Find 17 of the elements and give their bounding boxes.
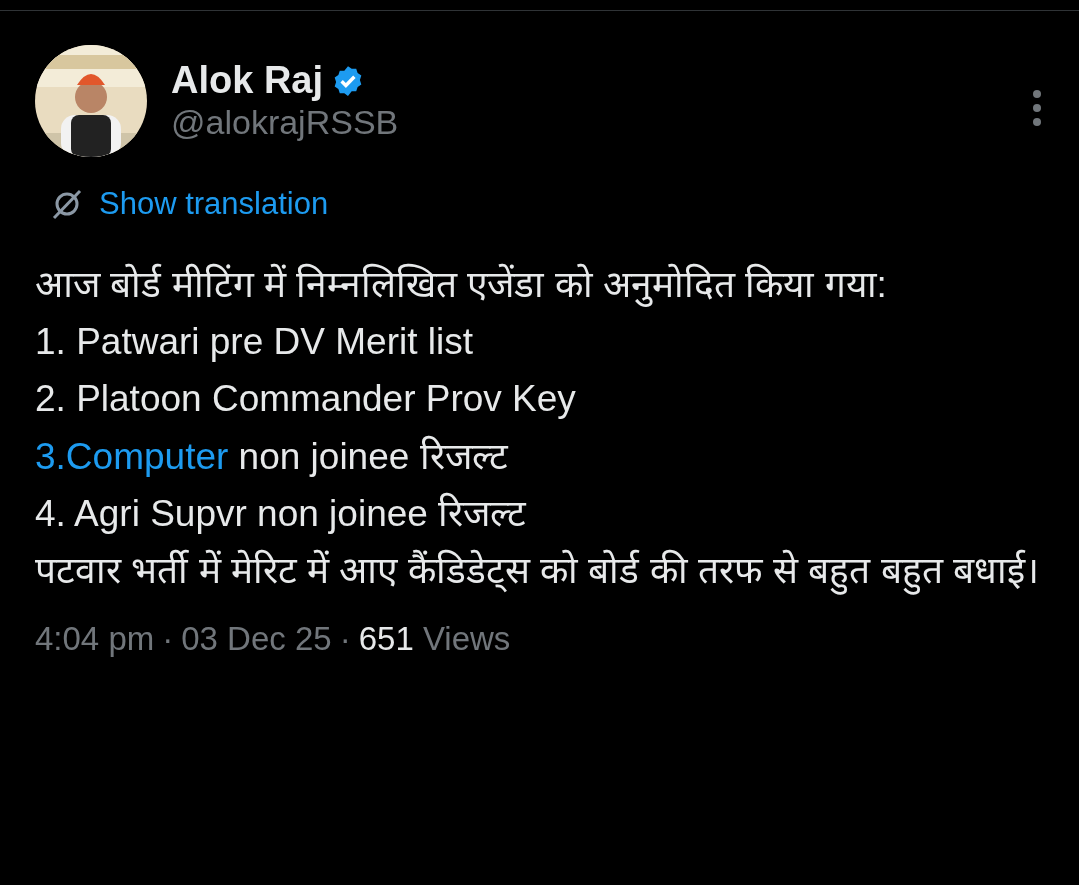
tweet-date: 03 Dec 25 [181, 618, 332, 659]
author-name: Alok Raj [171, 59, 324, 102]
tweet-text: 3.Computer non joinee रिजल्ट [35, 434, 510, 479]
tweet-text: पटवार भर्ती में मेरिट में आए कैंडिडेट्स को बोर्ड की तरफ से बहुत बहुत बधाई। [35, 542, 1044, 600]
view-count: 651 Views [358, 618, 511, 659]
hashtag-link[interactable]: 3.Computer [35, 435, 229, 477]
tweet-time: 4:04 pm [35, 618, 155, 659]
tweet-text: 2. Platoon Commander Prov Key [35, 377, 577, 422]
no-symbol-icon [51, 188, 83, 221]
show-translation-link[interactable]: Show translation [99, 181, 329, 228]
author-handle: @alokrajRSSB [171, 101, 399, 143]
separator-dot: · [162, 618, 174, 659]
tweet-text: 1. Patwari pre DV Merit list [35, 319, 474, 364]
tweet-text: आज बोर्ड मीटिंग में निम्नलिखित एजेंडा को अनुमोदित किया गया: [35, 262, 888, 309]
more-options-icon[interactable] [1030, 88, 1044, 128]
tweet-text: 4. Agri Supvr non joinee रिजल्ट [35, 491, 528, 536]
separator-dot: · [339, 618, 351, 659]
